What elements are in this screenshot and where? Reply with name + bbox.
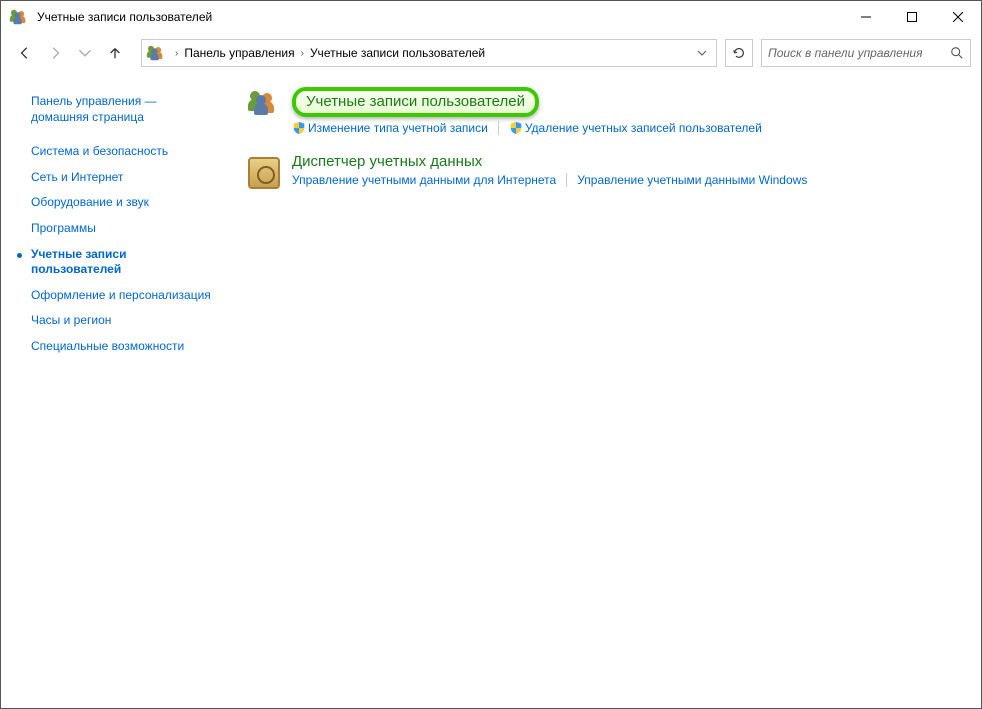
sidebar-item-system-security[interactable]: Система и безопасность	[31, 141, 216, 163]
refresh-button[interactable]	[725, 39, 753, 67]
link-credential-manager-heading[interactable]: Диспетчер учетных данных	[292, 153, 482, 170]
sidebar-item-user-accounts[interactable]: Учетные записи пользователей	[31, 244, 216, 281]
titlebar: Учетные записи пользователей	[1, 1, 981, 33]
users-icon	[11, 8, 29, 26]
sidebar-item-clock-region[interactable]: Часы и регион	[31, 310, 216, 332]
search-icon[interactable]	[950, 46, 964, 60]
shield-icon	[292, 121, 306, 135]
users-icon	[246, 91, 282, 127]
sidebar-item-programs[interactable]: Программы	[31, 218, 216, 240]
window: Учетные записи пользователей	[0, 0, 982, 709]
link-label: Удаление учетных записей пользователей	[525, 121, 762, 135]
shield-icon	[509, 121, 523, 135]
section-user-accounts: Учетные записи пользователей Изменение т…	[246, 87, 961, 135]
window-title: Учетные записи пользователей	[37, 10, 843, 24]
sidebar-item-hardware-sound[interactable]: Оборудование и звук	[31, 192, 216, 214]
navbar: › Панель управления › Учетные записи пол…	[1, 33, 981, 73]
sidebar-home[interactable]: Панель управления — домашняя страница	[31, 91, 216, 137]
sidebar-item-appearance[interactable]: Оформление и персонализация	[31, 285, 216, 307]
users-icon	[148, 44, 166, 62]
link-web-credentials[interactable]: Управление учетными данными для Интернет…	[292, 173, 556, 187]
link-windows-credentials[interactable]: Управление учетными данными Windows	[577, 173, 807, 187]
search-box[interactable]	[761, 39, 971, 67]
up-button[interactable]	[101, 39, 129, 67]
recent-dropdown-icon[interactable]	[71, 39, 99, 67]
sidebar: Панель управления — домашняя страница Си…	[1, 73, 226, 708]
sidebar-item-accessibility[interactable]: Специальные возможности	[31, 336, 216, 358]
search-input[interactable]	[768, 46, 950, 60]
maximize-button[interactable]	[889, 1, 935, 33]
forward-button[interactable]	[41, 39, 69, 67]
section-credential-manager: Диспетчер учетных данных Управление учет…	[246, 153, 961, 193]
breadcrumb-control-panel[interactable]: Панель управления	[181, 46, 297, 60]
sidebar-item-network[interactable]: Сеть и Интернет	[31, 167, 216, 189]
close-button[interactable]	[935, 1, 981, 33]
separator	[498, 121, 499, 135]
breadcrumb-user-accounts[interactable]: Учетные записи пользователей	[307, 46, 488, 60]
content: Панель управления — домашняя страница Си…	[1, 73, 981, 708]
addressbar[interactable]: › Панель управления › Учетные записи пол…	[141, 39, 717, 67]
highlight-annotation: Учетные записи пользователей	[292, 87, 539, 117]
link-change-account-type[interactable]: Изменение типа учетной записи	[292, 121, 488, 135]
address-dropdown-icon[interactable]	[692, 40, 712, 66]
main-panel: Учетные записи пользователей Изменение т…	[226, 73, 981, 708]
minimize-button[interactable]	[843, 1, 889, 33]
chevron-right-icon[interactable]: ›	[172, 48, 181, 59]
link-user-accounts-heading[interactable]: Учетные записи пользователей	[306, 93, 525, 110]
link-label: Изменение типа учетной записи	[308, 121, 488, 135]
chevron-right-icon[interactable]: ›	[298, 48, 307, 59]
window-controls	[843, 1, 981, 33]
back-button[interactable]	[11, 39, 39, 67]
safe-icon	[246, 157, 282, 193]
separator	[566, 173, 567, 187]
link-remove-user-accounts[interactable]: Удаление учетных записей пользователей	[509, 121, 762, 135]
